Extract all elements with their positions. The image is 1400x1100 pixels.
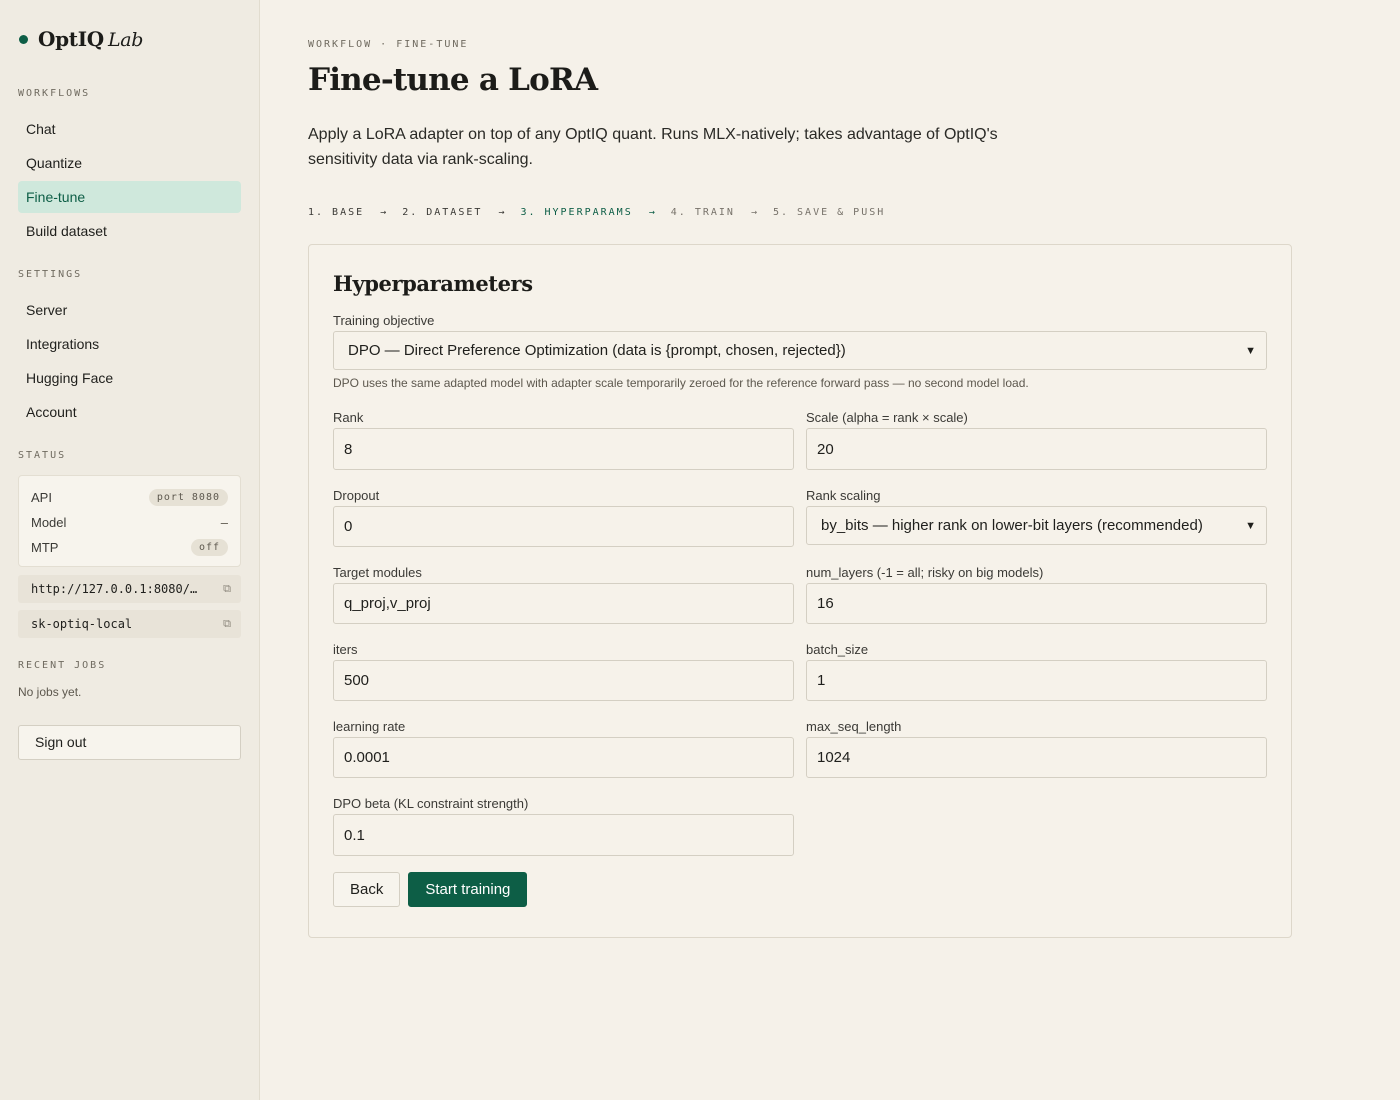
dpo-beta-input[interactable]: 0.1 [333, 814, 794, 856]
step-arrow-icon: → [750, 207, 757, 218]
target-modules-input[interactable]: q_proj,v_proj [333, 583, 794, 624]
batch-size-input[interactable]: 1 [806, 660, 1267, 701]
dropout-input[interactable]: 0 [333, 506, 794, 547]
main-content: WORKFLOW · FINE-TUNE Fine-tune a LoRA Ap… [308, 0, 1292, 938]
step-arrow-icon: → [380, 207, 387, 218]
endpoint-copy-box[interactable]: http://127.0.0.1:8080/… ⧉ [18, 575, 241, 603]
batch-size-label: batch_size [806, 642, 869, 657]
nav-item-quantize[interactable]: Quantize [18, 147, 241, 179]
dpo-beta-label: DPO beta (KL constraint strength) [333, 796, 529, 811]
status-model-label: Model [31, 515, 67, 530]
status-card: API port 8080 Model – MTP off [18, 475, 241, 567]
brand-name: OptIQ Lab [38, 27, 144, 51]
nav-item-integrations[interactable]: Integrations [18, 328, 241, 360]
max-seq-length-input[interactable]: 1024 [806, 737, 1267, 778]
copy-icon[interactable]: ⧉ [223, 583, 231, 596]
brand-suffix: Lab [107, 29, 144, 51]
scale-label: Scale (alpha = rank × scale) [806, 410, 968, 425]
num-layers-label: num_layers (-1 = all; risky on big model… [806, 565, 1044, 580]
brand-dot-icon [19, 34, 28, 44]
status-section-label: STATUS [18, 450, 67, 461]
breadcrumb: WORKFLOW · FINE-TUNE [308, 39, 469, 50]
dropout-field: Dropout 0 [333, 488, 794, 547]
dpo-beta-field: DPO beta (KL constraint strength) 0.1 [333, 796, 794, 856]
status-api-badge: port 8080 [148, 489, 228, 506]
dropout-label: Dropout [333, 488, 380, 503]
step-train: 4. TRAIN [670, 207, 735, 218]
nav-item-fine-tune[interactable]: Fine-tune [18, 181, 241, 213]
nav-item-build-dataset[interactable]: Build dataset [18, 215, 241, 247]
rank-scaling-label: Rank scaling [806, 488, 881, 503]
status-row-model: Model – [31, 510, 228, 535]
start-training-button[interactable]: Start training [408, 872, 528, 907]
iters-field: iters 500 [333, 642, 794, 701]
settings-nav: Server Integrations Hugging Face Account [18, 294, 241, 428]
target-modules-field: Target modules q_proj,v_proj [333, 565, 794, 624]
hyperparameters-card: Hyperparameters Training objective DPO —… [308, 244, 1292, 938]
chevron-down-icon: ▼ [1245, 519, 1256, 532]
back-button[interactable]: Back [333, 872, 401, 907]
wizard-steps: 1. BASE → 2. DATASET → 3. HYPERPARAMS → … [308, 207, 1292, 218]
num-layers-field: num_layers (-1 = all; risky on big model… [806, 565, 1267, 624]
max-seq-length-label: max_seq_length [806, 719, 902, 734]
objective-value: DPO — Direct Preference Optimization (da… [348, 342, 846, 359]
iters-input[interactable]: 500 [333, 660, 794, 701]
sidebar: OptIQ Lab WORKFLOWS Chat Quantize Fine-tu… [0, 0, 260, 1100]
settings-section-label: SETTINGS [18, 269, 83, 280]
status-row-mtp: MTP off [31, 535, 228, 560]
recent-jobs-section-label: RECENT JOBS [18, 660, 107, 671]
target-modules-label: Target modules [333, 565, 422, 580]
page-title: Fine-tune a LoRA [308, 62, 598, 98]
step-dataset[interactable]: 2. DATASET [402, 207, 482, 218]
scale-input[interactable]: 20 [806, 428, 1267, 470]
params-grid: Rank 8 Scale (alpha = rank × scale) 20 D… [333, 398, 1267, 856]
nav-item-server[interactable]: Server [18, 294, 241, 326]
rank-input[interactable]: 8 [333, 428, 794, 470]
objective-select[interactable]: DPO — Direct Preference Optimization (da… [333, 331, 1267, 370]
rank-scaling-field: Rank scaling by_bits — higher rank on lo… [806, 488, 1267, 547]
sign-out-button[interactable]: Sign out [18, 725, 241, 760]
objective-hint: DPO uses the same adapted model with ada… [333, 376, 1029, 390]
objective-field: Training objective DPO — Direct Preferen… [333, 313, 1267, 390]
api-key-copy-box[interactable]: sk-optiq-local ⧉ [18, 610, 241, 638]
page-intro: Apply a LoRA adapter on top of any OptIQ… [308, 126, 998, 168]
step-arrow-icon: → [498, 207, 505, 218]
form-actions: Back Start training [333, 872, 1267, 907]
batch-size-field: batch_size 1 [806, 642, 1267, 701]
chevron-down-icon: ▼ [1245, 344, 1256, 357]
status-model-value: – [220, 515, 228, 530]
endpoint-url: http://127.0.0.1:8080/… [31, 582, 198, 596]
status-mtp-label: MTP [31, 540, 59, 555]
nav-item-chat[interactable]: Chat [18, 113, 241, 145]
nav-item-hugging-face[interactable]: Hugging Face [18, 362, 241, 394]
step-arrow-icon: → [648, 207, 655, 218]
card-title: Hyperparameters [333, 271, 533, 296]
learning-rate-field: learning rate 0.0001 [333, 719, 794, 778]
objective-label: Training objective [333, 313, 435, 328]
step-base[interactable]: 1. BASE [308, 207, 364, 218]
status-api-label: API [31, 490, 52, 505]
workflows-section-label: WORKFLOWS [18, 88, 91, 99]
rank-label: Rank [333, 410, 364, 425]
workflows-nav: Chat Quantize Fine-tune Build dataset [18, 113, 241, 247]
step-save-push: 5. SAVE & PUSH [772, 207, 886, 218]
nav-item-account[interactable]: Account [18, 396, 241, 428]
rank-field: Rank 8 [333, 410, 794, 470]
max-seq-length-field: max_seq_length 1024 [806, 719, 1267, 778]
status-row-api: API port 8080 [31, 485, 228, 510]
brand-logo[interactable]: OptIQ Lab [18, 27, 241, 51]
rank-scaling-value: by_bits — higher rank on lower-bit layer… [821, 517, 1203, 534]
step-hyperparams[interactable]: 3. HYPERPARAMS [520, 207, 632, 218]
status-mtp-badge: off [190, 539, 228, 556]
copy-icon[interactable]: ⧉ [223, 618, 231, 631]
api-key: sk-optiq-local [31, 617, 133, 631]
recent-jobs-empty: No jobs yet. [18, 685, 82, 699]
num-layers-input[interactable]: 16 [806, 583, 1267, 624]
scale-field: Scale (alpha = rank × scale) 20 [806, 410, 1267, 470]
iters-label: iters [333, 642, 358, 657]
learning-rate-input[interactable]: 0.0001 [333, 737, 794, 778]
rank-scaling-select[interactable]: by_bits — higher rank on lower-bit layer… [806, 506, 1267, 545]
learning-rate-label: learning rate [333, 719, 406, 734]
